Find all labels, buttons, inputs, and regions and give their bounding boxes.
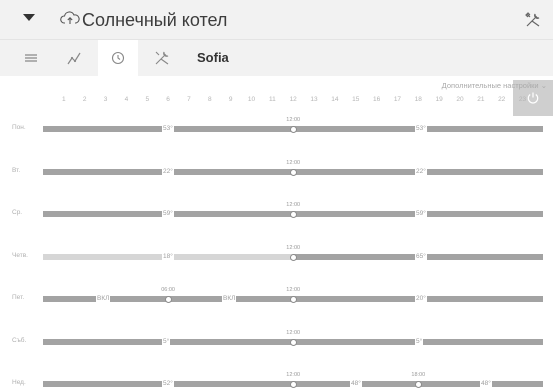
tab-menu[interactable]: [11, 40, 51, 76]
time-marker-label: 06:00: [161, 287, 175, 293]
cloud-upload-icon: [60, 11, 80, 24]
tab-schedule[interactable]: [98, 40, 138, 76]
segment-temperature: ВКЛ: [96, 295, 111, 303]
segment-temperature: 20°: [415, 295, 427, 303]
day-label: Ср.: [12, 209, 23, 216]
segment-temperature: 5°: [162, 338, 171, 346]
device-name: Sofia: [197, 50, 229, 65]
collapse-arrow-icon[interactable]: [23, 14, 35, 21]
day-label: Четв.: [12, 252, 28, 259]
day-label: Пон.: [12, 124, 26, 131]
hour-label: 16: [372, 96, 381, 103]
time-marker-label: 12:00: [286, 287, 301, 293]
segment-temperature: 59°: [162, 210, 174, 218]
segment-temperature: 18°: [162, 253, 174, 261]
segment-temperature: 59°: [415, 210, 427, 218]
time-marker-label: 12:00: [286, 117, 301, 123]
hour-label: 6: [166, 96, 170, 103]
segment-temperature: ВКЛ: [222, 295, 237, 303]
page-title: Солнечный котел: [82, 10, 228, 30]
hour-label: 5: [145, 96, 150, 103]
hour-label: 12: [289, 96, 297, 103]
app-header: Солнечный котел: [0, 0, 553, 40]
time-marker-label: 12:00: [286, 202, 301, 208]
hour-label: 23: [518, 96, 527, 103]
hour-label: 14: [331, 96, 339, 103]
time-marker-handle[interactable]: [164, 295, 172, 303]
segment-temperature: 22°: [162, 168, 174, 176]
hour-label: 22: [498, 96, 506, 103]
clock-icon: [111, 51, 125, 65]
hour-label: 15: [352, 96, 360, 103]
tab-bar: [0, 40, 553, 116]
segment-temperature: 48°: [350, 380, 362, 388]
hour-label: 4: [124, 96, 129, 103]
menu-icon: [25, 54, 37, 62]
day-label: Съб.: [12, 337, 27, 344]
segment-temperature: 53°: [415, 125, 427, 133]
hour-label: 20: [456, 96, 464, 103]
hour-label: 8: [207, 96, 212, 103]
time-marker-handle[interactable]: [289, 380, 297, 388]
time-marker-handle[interactable]: [289, 210, 297, 218]
hour-label: 7: [187, 96, 191, 103]
hour-label: 2: [82, 96, 87, 103]
day-label: Нед.: [12, 379, 26, 386]
hour-label: 3: [103, 96, 108, 103]
segment-temperature: 52°: [162, 380, 174, 388]
hour-label: 13: [310, 96, 318, 103]
time-marker-handle[interactable]: [414, 380, 422, 388]
hour-label: 21: [477, 96, 485, 103]
hour-label: 19: [435, 96, 443, 103]
extra-settings-link[interactable]: Дополнительные настройки ⌄: [442, 81, 547, 90]
tools-icon[interactable]: [524, 11, 542, 29]
time-marker-label: 18:00: [411, 372, 426, 378]
time-marker-label: 12:00: [286, 245, 301, 251]
segment-temperature: 22°: [415, 168, 427, 176]
hour-label: 9: [228, 96, 233, 103]
day-label: Вт.: [12, 167, 21, 174]
hour-label: 1: [62, 96, 66, 103]
time-marker-handle[interactable]: [289, 253, 297, 261]
hour-label: 10: [247, 96, 256, 103]
tab-settings[interactable]: [142, 40, 182, 76]
time-marker-handle[interactable]: [289, 338, 297, 346]
time-marker-label: 12:00: [286, 372, 301, 378]
time-marker-handle[interactable]: [289, 125, 297, 133]
time-marker-handle[interactable]: [289, 168, 297, 176]
hour-label: 11: [268, 96, 276, 103]
hour-label: 18: [414, 96, 422, 103]
hour-label: 17: [393, 96, 402, 103]
segment-temperature: 48°: [480, 380, 492, 388]
time-marker-label: 12:00: [286, 160, 301, 166]
time-marker-label: 12:00: [286, 330, 301, 336]
time-marker-handle[interactable]: [289, 295, 297, 303]
segment-temperature: 53°: [162, 125, 174, 133]
segment-temperature: 5°: [415, 338, 424, 346]
segment-temperature: 65°: [415, 253, 427, 261]
tools-icon: [155, 51, 169, 65]
day-label: Пет.: [12, 294, 25, 301]
tab-chart[interactable]: [54, 40, 94, 76]
chart-line-icon: [67, 52, 81, 65]
